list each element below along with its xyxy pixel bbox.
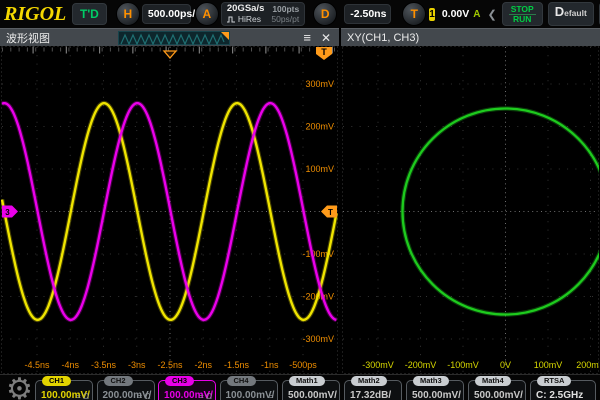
collapse-chevron-icon[interactable]: ❮	[488, 8, 497, 21]
status-box-math3[interactable]: Math3500.00mV/	[406, 380, 464, 400]
coupling-impedance-icons: = Ω	[76, 392, 89, 400]
status-box-rtsa[interactable]: RTSAC: 2.5GHz	[530, 380, 596, 400]
acq-mode: HiRes	[238, 14, 261, 24]
preview-waveform	[121, 35, 224, 44]
y-tick-label: 200mV	[305, 122, 334, 132]
waveform-panel-header: 波形视图 ≡ ✕	[0, 28, 339, 46]
trigger-source-badge[interactable]: 1	[429, 8, 435, 21]
oscilloscope-screen: RIGOL T'D H 500.00ps/ A 20GSa/s HiRes 10…	[0, 0, 600, 400]
display-area: 波形视图 ≡ ✕ -4.5ns-4ns-3.5ns-3ns-2.5ns-2ns-…	[0, 28, 600, 374]
stop-label: STOP	[509, 5, 536, 15]
trigger-level-value[interactable]: 0.00V	[442, 8, 469, 20]
x-tick-label: -200mV	[405, 360, 437, 370]
status-box-label: Math1	[289, 376, 325, 386]
xy-panel-title: XY(CH1, CH3)	[347, 32, 419, 44]
x-tick-label: -4.5ns	[24, 360, 50, 370]
y-tick-label: -300mV	[302, 334, 334, 344]
status-box-math1[interactable]: Math1500.00mV/	[282, 380, 340, 400]
gear-icon[interactable]: ⚙	[6, 375, 33, 400]
coupling-impedance-icons: = Ω	[138, 392, 151, 400]
xy-grid: -300mV -200mV -100mV 0V 100mV 200mV	[341, 46, 600, 374]
status-box-math2[interactable]: Math217.32dB/	[344, 380, 402, 400]
x-tick-label: -2.5ns	[157, 360, 183, 370]
sample-rate: 20GSa/s	[227, 4, 265, 14]
trigger-position-marker[interactable]	[164, 51, 176, 58]
xy-panel: XY(CH1, CH3) -300mV -200mV -100mV 0V 100mV 20…	[341, 28, 600, 374]
status-box-value: C: 2.5GHz	[536, 390, 583, 400]
stop-run-button[interactable]: STOP RUN	[502, 2, 543, 26]
x-tick-label: 0V	[500, 360, 511, 370]
ch3-ground-marker-label: 3	[5, 208, 10, 217]
run-label: RUN	[513, 15, 531, 24]
x-tick-label: 200mV	[576, 360, 599, 370]
horizontal-knob[interactable]: H	[116, 2, 140, 26]
xy-plot: -300mV -200mV -100mV 0V 100mV 200mV	[342, 46, 599, 374]
x-tick-label: 100mV	[534, 360, 563, 370]
horizontal-offset-value[interactable]: -2.50ns	[344, 4, 391, 24]
status-box-ch4[interactable]: CH4100.00mV/=	[220, 380, 278, 400]
default-label-small: efault	[564, 8, 587, 18]
default-label-big: D	[555, 4, 564, 19]
status-box-value: 500.00mV/	[412, 390, 461, 400]
status-box-label: CH2	[104, 376, 133, 386]
status-box-label: CH1	[42, 376, 71, 386]
menu-icon[interactable]: ≡	[303, 31, 311, 44]
coupling-impedance-icons: =	[269, 392, 274, 400]
toolbar: RIGOL T'D H 500.00ps/ A 20GSa/s HiRes 10…	[0, 0, 600, 28]
status-box-label: Math2	[351, 376, 387, 386]
status-box-label: RTSA	[537, 376, 571, 386]
waveform-plot: -4.5ns -4ns -3.5ns -3ns -2.5ns -2ns -1.5ns -1ns…	[1, 46, 338, 374]
delay-knob[interactable]: D	[313, 2, 337, 26]
default-button[interactable]: Default	[548, 2, 594, 26]
trigger-level-marker-label: T	[328, 208, 333, 217]
y-tick-label: 300mV	[305, 79, 334, 89]
x-tick-label: -100mV	[447, 360, 479, 370]
status-box-value: 17.32dB/	[350, 390, 391, 400]
x-tick-label: -2ns	[194, 360, 212, 370]
status-box-value: 500.00mV/	[288, 390, 337, 400]
trigger-status-badge: T'D	[72, 3, 107, 25]
status-box-label: Math3	[413, 376, 449, 386]
record-preview-strip[interactable]	[118, 31, 230, 45]
status-box-math4[interactable]: Math4500.00mV/	[468, 380, 526, 400]
x-tick-label: -500ps	[289, 360, 317, 370]
trigger-knob[interactable]: T	[402, 2, 426, 26]
coupling-impedance-icons: = Ω	[199, 392, 212, 400]
grid-border	[343, 47, 599, 374]
x-tick-label: -4ns	[61, 360, 79, 370]
status-box-ch2[interactable]: CH2200.00mV/= Ω	[97, 380, 155, 400]
close-icon[interactable]: ✕	[321, 31, 331, 45]
trigger-time-flag-label: T	[321, 47, 327, 57]
waveform-grid: -4.5ns -4ns -3.5ns -3ns -2.5ns -2ns -1.5ns -1ns…	[0, 46, 339, 374]
timebase-value[interactable]: 500.00ps/	[142, 4, 191, 24]
x-tick-label: -1.5ns	[224, 360, 250, 370]
waveform-panel-title: 波形视图	[6, 30, 50, 46]
status-box-ch1[interactable]: CH1100.00mV/= Ω	[35, 380, 93, 400]
status-box-ch3[interactable]: CH3100.00mV/= Ω	[158, 380, 216, 400]
rigol-logo: RIGOL	[4, 3, 64, 26]
status-bar: ⚙ CH1100.00mV/= ΩCH2200.00mV/= ΩCH3100.0…	[0, 374, 600, 400]
status-box-value: 100.00mV/	[226, 390, 275, 400]
acquisition-info[interactable]: 20GSa/s HiRes 100pts 50ps/pt	[221, 2, 305, 26]
y-tick-label: 100mV	[305, 164, 334, 174]
waveform-panel: 波形视图 ≡ ✕ -4.5ns-4ns-3.5ns-3ns-2.5ns-2ns-…	[0, 28, 339, 374]
memory-depth: 100pts	[271, 4, 299, 14]
status-box-value: 500.00mV/	[474, 390, 523, 400]
x-tick-label: -300mV	[362, 360, 394, 370]
x-tick-label: -1ns	[261, 360, 279, 370]
acquire-knob[interactable]: A	[195, 2, 219, 26]
x-tick-label: -3ns	[128, 360, 146, 370]
status-box-label: Math4	[475, 376, 511, 386]
x-tick-label: -3.5ns	[91, 360, 117, 370]
xy-panel-header: XY(CH1, CH3)	[341, 28, 600, 46]
square-wave-icon	[227, 16, 236, 23]
status-box-label: CH4	[227, 376, 256, 386]
sample-resolution: 50ps/pt	[271, 14, 299, 24]
status-box-label: CH3	[165, 376, 194, 386]
trigger-coupling: A	[473, 9, 480, 20]
